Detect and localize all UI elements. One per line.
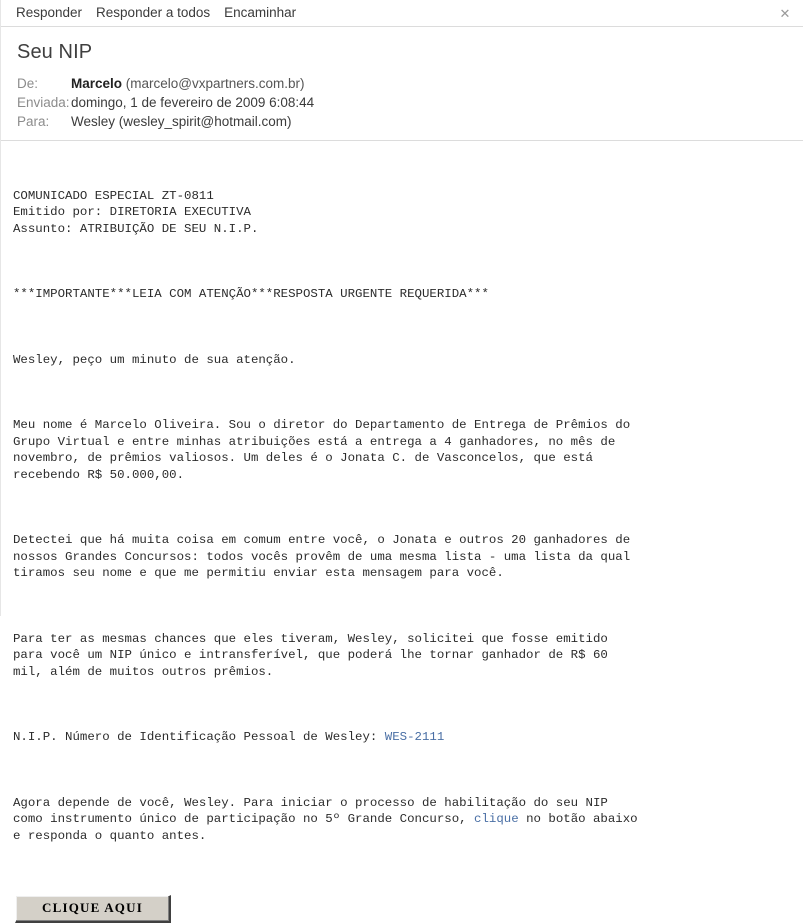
- header-row-from: De: Marcelo (marcelo@vxpartners.com.br): [17, 74, 789, 93]
- sent-label: Enviada:: [17, 95, 70, 110]
- body-greeting: Wesley, peço um minuto de sua atenção.: [13, 352, 296, 367]
- to-label: Para:: [17, 114, 50, 129]
- body-attention-line: ***IMPORTANTE***LEIA COM ATENÇÃO***RESPO…: [13, 287, 489, 302]
- nip-line-prefix: N.I.P. Número de Identificação Pessoal d…: [13, 730, 385, 745]
- body-paragraph-3: Para ter as mesmas chances que eles tive…: [13, 631, 608, 679]
- clique-link[interactable]: clique: [474, 812, 519, 826]
- body-paragraph-2: Detectei que há muita coisa em comum ent…: [13, 533, 631, 581]
- close-icon[interactable]: ✕: [773, 3, 797, 23]
- from-value: Marcelo (marcelo@vxpartners.com.br): [71, 74, 305, 93]
- sender-address: (marcelo@vxpartners.com.br): [125, 76, 305, 91]
- email-reading-pane: Responder Responder a todos Encaminhar ✕…: [0, 0, 803, 923]
- page-title: Seu NIP: [17, 41, 93, 63]
- header-row-sent: Enviada: domingo, 1 de fevereiro de 2009…: [17, 93, 789, 112]
- clique-aqui-button[interactable]: CLIQUE AQUI: [15, 894, 171, 923]
- reply-all-button[interactable]: Responder a todos: [89, 4, 217, 23]
- message-header: Seu NIP De: Marcelo (marcelo@vxpartners.…: [1, 27, 803, 141]
- from-label: De:: [17, 76, 39, 91]
- body-block-header: COMUNICADO ESPECIAL ZT-0811 Emitido por:…: [13, 188, 259, 236]
- to-value: Wesley (wesley_spirit@hotmail.com): [71, 114, 292, 129]
- sent-value: domingo, 1 de fevereiro de 2009 6:08:44: [71, 95, 315, 110]
- body-paragraph-1: Meu nome é Marcelo Oliveira. Sou o diret…: [13, 418, 631, 482]
- header-row-to: Para: Wesley (wesley_spirit@hotmail.com): [17, 112, 789, 131]
- message-toolbar: Responder Responder a todos Encaminhar ✕: [1, 0, 803, 27]
- body-nip-line: N.I.P. Número de Identificação Pessoal d…: [13, 729, 803, 745]
- nip-code-link[interactable]: WES-2111: [385, 730, 445, 744]
- forward-button[interactable]: Encaminhar: [217, 4, 303, 23]
- reply-button[interactable]: Responder: [9, 4, 89, 23]
- message-body: COMUNICADO ESPECIAL ZT-0811 Emitido por:…: [1, 141, 803, 877]
- cta-container: CLIQUE AQUI: [1, 877, 803, 923]
- body-closing: Agora depende de você, Wesley. Para inic…: [13, 795, 803, 844]
- sender-name: Marcelo: [71, 76, 123, 91]
